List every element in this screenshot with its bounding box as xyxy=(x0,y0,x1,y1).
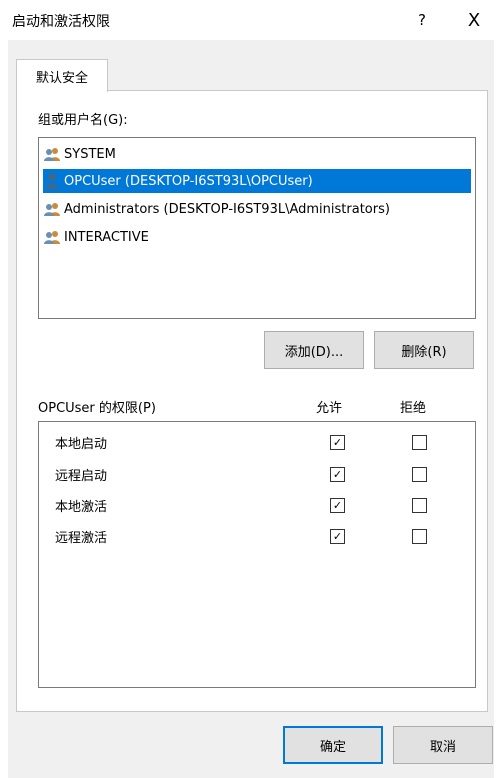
help-button[interactable]: ? xyxy=(400,6,444,34)
user-name: Administrators (DESKTOP-I6ST93L\Administ… xyxy=(64,201,390,217)
permission-name: 本地激活 xyxy=(55,500,108,515)
permission-row: 本地启动 ✓ xyxy=(39,430,475,454)
permissions-list: 本地启动 ✓ 远程启动 ✓ 本地激活 ✓ 远程激活 ✓ xyxy=(38,421,476,688)
deny-checkbox[interactable] xyxy=(412,467,427,482)
user-listbox[interactable]: SYSTEM OPCUser (DESKTOP-I6ST93L\OPCUser)… xyxy=(38,137,476,319)
tab-default-security[interactable]: 默认安全 xyxy=(16,59,108,92)
title-bar: 启动和激活权限 ? X xyxy=(0,0,496,40)
allow-checkbox[interactable]: ✓ xyxy=(330,467,345,482)
close-button[interactable]: X xyxy=(452,6,496,34)
user-name: OPCUser (DESKTOP-I6ST93L\OPCUser) xyxy=(64,173,313,189)
permission-row: 远程启动 ✓ xyxy=(39,462,475,486)
add-button[interactable]: 添加(D)... xyxy=(264,331,364,369)
user-icon xyxy=(43,172,61,190)
allow-checkbox[interactable]: ✓ xyxy=(330,498,345,513)
list-item-interactive[interactable]: INTERACTIVE xyxy=(43,225,471,249)
list-item-administrators[interactable]: Administrators (DESKTOP-I6ST93L\Administ… xyxy=(43,197,471,221)
permission-row: 本地激活 ✓ xyxy=(39,493,475,517)
allow-header: 允许 xyxy=(316,401,343,416)
permission-row: 远程激活 ✓ xyxy=(39,524,475,548)
deny-checkbox[interactable] xyxy=(412,498,427,513)
deny-checkbox[interactable] xyxy=(412,529,427,544)
allow-checkbox[interactable]: ✓ xyxy=(330,529,345,544)
users-group-icon xyxy=(43,228,61,246)
users-group-icon xyxy=(43,145,61,163)
user-name: SYSTEM xyxy=(64,146,116,162)
user-name: INTERACTIVE xyxy=(64,229,149,245)
allow-checkbox[interactable]: ✓ xyxy=(330,435,345,450)
permission-name: 本地启动 xyxy=(55,437,108,452)
list-item-system[interactable]: SYSTEM xyxy=(43,142,471,166)
ok-button[interactable]: 确定 xyxy=(283,726,383,764)
remove-button[interactable]: 删除(R) xyxy=(374,331,474,369)
list-item-opcuser[interactable]: OPCUser (DESKTOP-I6ST93L\OPCUser) xyxy=(43,169,471,193)
window-title: 启动和激活权限 xyxy=(12,14,110,30)
users-group-icon xyxy=(43,200,61,218)
group-label: 组或用户名(G): xyxy=(38,113,128,128)
permissions-label: OPCUser 的权限(P) xyxy=(38,401,156,416)
permission-name: 远程启动 xyxy=(55,469,108,484)
cancel-button[interactable]: 取消 xyxy=(393,726,493,764)
permission-name: 远程激活 xyxy=(55,531,108,546)
deny-checkbox[interactable] xyxy=(412,435,427,450)
deny-header: 拒绝 xyxy=(400,401,427,416)
